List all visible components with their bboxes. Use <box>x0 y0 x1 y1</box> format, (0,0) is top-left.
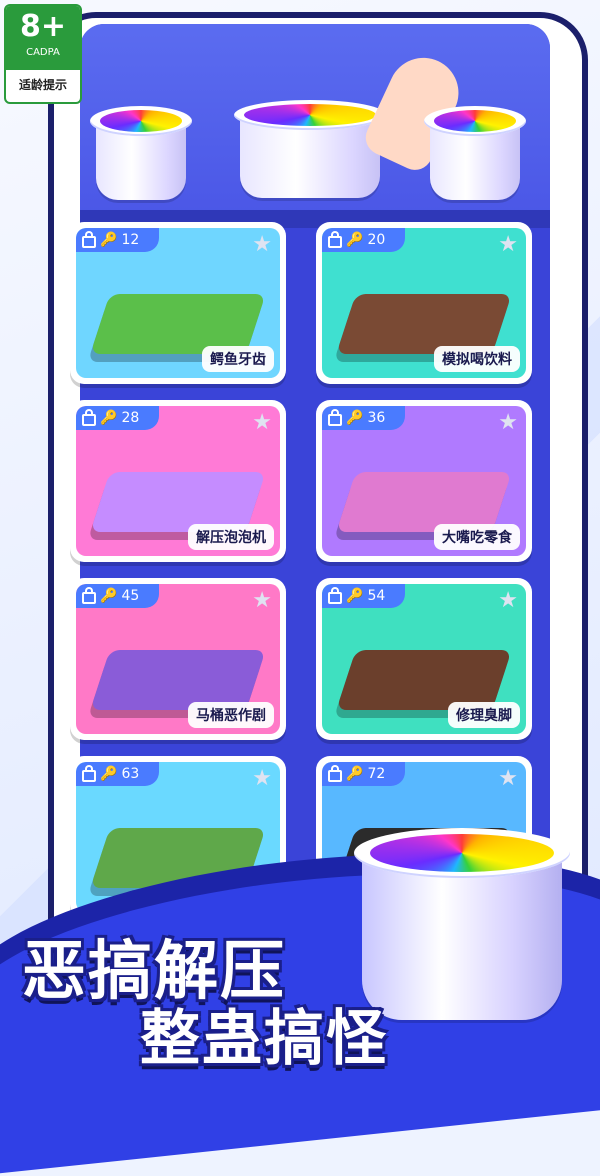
lock-icon <box>328 587 342 604</box>
lock-icon <box>82 409 96 426</box>
key-icon: 🔑 <box>346 766 364 782</box>
key-icon: 🔑 <box>100 232 118 248</box>
card-title: 解压泡泡机 <box>188 524 274 550</box>
star-icon[interactable]: ★ <box>252 232 272 257</box>
lock-icon <box>328 765 342 782</box>
age-rating: 8+ <box>19 9 66 44</box>
scene-platform <box>90 294 266 354</box>
slime-cup-large <box>354 828 570 1020</box>
key-icon: 🔑 <box>100 766 118 782</box>
rating-org: CADPA <box>26 47 60 58</box>
unlock-cost-tag: 🔑 12 <box>76 228 160 252</box>
unlock-cost-tag: 🔑 28 <box>76 406 160 430</box>
lock-icon <box>82 587 96 604</box>
level-card[interactable]: 🔑 28 ★ 解压泡泡机 <box>70 400 286 562</box>
unlock-count: 12 <box>121 232 140 248</box>
star-icon[interactable]: ★ <box>252 766 272 791</box>
level-card[interactable]: 🔑 36 ★ 大嘴吃零食 <box>316 400 532 562</box>
rating-hint: 适龄提示 <box>18 78 67 92</box>
slime-cup-left[interactable] <box>90 106 192 200</box>
level-card[interactable]: 🔑 12 ★ 鳄鱼牙齿 <box>70 222 286 384</box>
unlock-count: 72 <box>367 766 386 782</box>
key-icon: 🔑 <box>100 588 118 604</box>
rainbow-slime-icon <box>244 104 376 126</box>
card-title: 模拟喝饮料 <box>434 346 520 372</box>
lock-icon <box>328 231 342 248</box>
level-card[interactable]: 🔑 54 ★ 修理臭脚 <box>316 578 532 740</box>
age-rating-badge: 8+ CADPA 适龄提示 <box>4 4 82 104</box>
star-icon[interactable]: ★ <box>498 410 518 435</box>
card-scene: 🔑 20 ★ 模拟喝饮料 <box>322 228 526 378</box>
unlock-cost-tag: 🔑 72 <box>322 762 406 786</box>
lock-icon <box>328 409 342 426</box>
scene-platform <box>90 650 266 710</box>
card-scene: 🔑 45 ★ 马桶恶作剧 <box>76 584 280 734</box>
key-icon: 🔑 <box>100 410 118 426</box>
unlock-count: 36 <box>367 410 386 426</box>
card-scene: 🔑 54 ★ 修理臭脚 <box>322 584 526 734</box>
unlock-count: 63 <box>121 766 140 782</box>
unlock-cost-tag: 🔑 20 <box>322 228 406 252</box>
lock-icon <box>82 231 96 248</box>
card-scene: 🔑 28 ★ 解压泡泡机 <box>76 406 280 556</box>
level-card[interactable]: 🔑 20 ★ 模拟喝饮料 <box>316 222 532 384</box>
unlock-count: 28 <box>121 410 140 426</box>
slime-cup-center[interactable] <box>234 100 386 198</box>
scene-platform <box>336 294 512 354</box>
rainbow-slime-icon <box>100 110 182 132</box>
unlock-count: 45 <box>121 588 140 604</box>
unlock-cost-tag: 🔑 54 <box>322 584 406 608</box>
card-scene: 🔑 12 ★ 鳄鱼牙齿 <box>76 228 280 378</box>
level-card[interactable]: 🔑 45 ★ 马桶恶作剧 <box>70 578 286 740</box>
unlock-count: 54 <box>367 588 386 604</box>
scene-platform <box>336 650 512 710</box>
key-icon: 🔑 <box>346 588 364 604</box>
unlock-count: 20 <box>367 232 386 248</box>
star-icon[interactable]: ★ <box>252 588 272 613</box>
unlock-cost-tag: 🔑 63 <box>76 762 160 786</box>
card-scene: 🔑 36 ★ 大嘴吃零食 <box>322 406 526 556</box>
rainbow-slime-icon <box>370 834 554 872</box>
key-icon: 🔑 <box>346 410 364 426</box>
card-title: 鳄鱼牙齿 <box>202 346 274 372</box>
headline-line2: 整蛊搞怪 <box>140 1004 388 1074</box>
key-icon: 🔑 <box>346 232 364 248</box>
star-icon[interactable]: ★ <box>498 766 518 791</box>
lock-icon <box>82 765 96 782</box>
star-icon[interactable]: ★ <box>498 588 518 613</box>
slime-cup-right[interactable] <box>424 106 526 200</box>
unlock-cost-tag: 🔑 45 <box>76 584 160 608</box>
rainbow-slime-icon <box>434 110 516 132</box>
unlock-cost-tag: 🔑 36 <box>322 406 406 430</box>
star-icon[interactable]: ★ <box>252 410 272 435</box>
scene-platform <box>90 472 266 532</box>
card-title: 马桶恶作剧 <box>188 702 274 728</box>
scene-platform <box>336 472 512 532</box>
card-title: 修理臭脚 <box>448 702 520 728</box>
star-icon[interactable]: ★ <box>498 232 518 257</box>
card-title: 大嘴吃零食 <box>434 524 520 550</box>
